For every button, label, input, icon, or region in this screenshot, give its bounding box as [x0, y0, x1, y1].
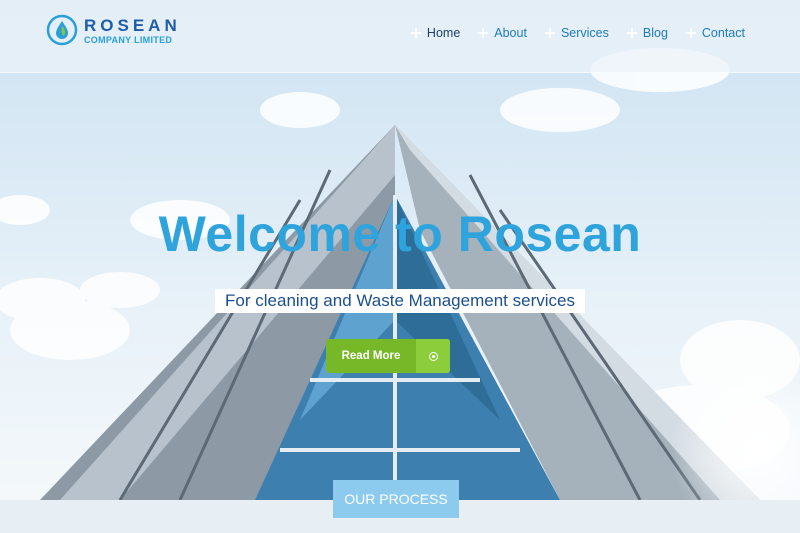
nav-item-contact[interactable]: Contact: [685, 26, 745, 40]
nav-label-home: Home: [426, 26, 461, 40]
nav-label-contact: Contact: [701, 26, 745, 40]
plus-icon: [626, 28, 637, 38]
brand-logo[interactable]: ROSEAN COMPANY LIMITED: [46, 14, 186, 50]
circle-dot-icon: [416, 339, 450, 373]
nav-label-blog: Blog: [642, 26, 668, 40]
nav-item-services[interactable]: Services: [544, 26, 609, 40]
site-header: ROSEAN COMPANY LIMITED Home About Servic…: [0, 0, 800, 73]
plus-icon: [478, 28, 489, 38]
nav-item-blog[interactable]: Blog: [626, 26, 668, 40]
brand-name: ROSEAN: [84, 16, 181, 35]
read-more-label: Read More: [326, 339, 416, 373]
plus-icon: [685, 28, 696, 38]
nav-item-about[interactable]: About: [478, 26, 527, 40]
nav-item-home[interactable]: Home: [410, 26, 461, 40]
brand-subtitle: COMPANY LIMITED: [84, 35, 173, 45]
read-more-button[interactable]: Read More: [326, 339, 450, 373]
hero-subtitle-wrap: For cleaning and Waste Management servic…: [0, 289, 800, 313]
hero-title: Welcome to Rosean: [158, 206, 642, 262]
plus-icon: [544, 28, 555, 38]
water-drop-leaf-icon: [46, 14, 78, 46]
nav-label-about: About: [494, 26, 527, 40]
hero-subtitle: For cleaning and Waste Management servic…: [215, 289, 585, 313]
main-nav: Home About Services Blog Contact: [410, 26, 745, 40]
plus-icon: [410, 28, 421, 38]
our-process-button[interactable]: OUR PROCESS: [333, 480, 459, 518]
nav-label-services: Services: [560, 26, 609, 40]
